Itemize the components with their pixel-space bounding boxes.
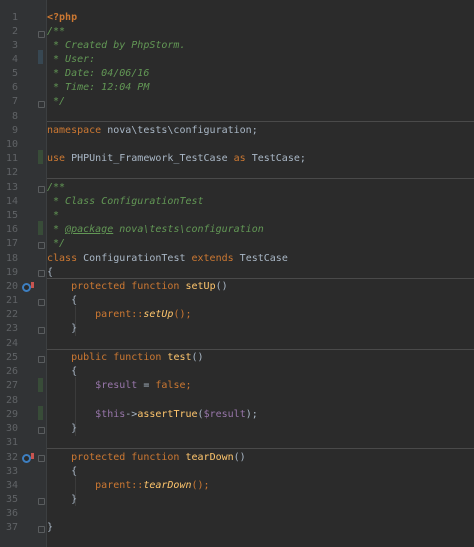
- line-number: 14: [5, 196, 18, 207]
- line-number: 22: [5, 309, 18, 320]
- code-line-6[interactable]: * Time: 12:04 PM: [47, 81, 474, 95]
- line-number: 28: [5, 395, 18, 406]
- line-number: 31: [5, 437, 18, 448]
- code-line-1[interactable]: <?php: [47, 11, 474, 25]
- fold-toggle-icon[interactable]: [38, 31, 45, 38]
- code-line-16[interactable]: * @package nova\tests\configuration: [47, 223, 474, 237]
- line-number: 13: [5, 182, 18, 193]
- fold-toggle-icon[interactable]: [38, 356, 45, 363]
- fold-toggle-icon[interactable]: [38, 242, 45, 249]
- line-number: 19: [5, 267, 18, 278]
- line-number: 37: [5, 522, 18, 533]
- code-line-17[interactable]: */: [47, 237, 474, 251]
- line-number: 5: [11, 68, 18, 79]
- override-method-icon[interactable]: [22, 454, 31, 463]
- line-number: 4: [11, 54, 18, 65]
- line-number: 27: [5, 380, 18, 391]
- code-line-27[interactable]: $result = false;: [47, 379, 474, 393]
- override-arrow-icon: [31, 453, 34, 459]
- line-number: 18: [5, 253, 18, 264]
- line-number: 29: [5, 409, 18, 420]
- code-line-18[interactable]: class ConfigurationTest extends TestCase: [47, 252, 474, 266]
- code-line-35[interactable]: }: [47, 493, 474, 507]
- line-number: 34: [5, 480, 18, 491]
- code-line-29[interactable]: $this->assertTrue($result);: [47, 408, 474, 422]
- code-line-19[interactable]: {: [47, 266, 474, 280]
- fold-toggle-icon[interactable]: [38, 498, 45, 505]
- code-editor[interactable]: 1 2 3 4 5 6 7 8 9 10 11 12 13 14 15 16 17 18 19 20 21 22 23 24 2…: [0, 0, 474, 547]
- line-number: 8: [11, 111, 18, 122]
- code-line-7[interactable]: */: [47, 95, 474, 109]
- code-line-30[interactable]: }: [47, 422, 474, 436]
- line-number: 20: [5, 281, 18, 292]
- fold-toggle-icon[interactable]: [38, 526, 45, 533]
- fold-toggle-icon[interactable]: [38, 270, 45, 277]
- line-number: 3: [11, 40, 18, 51]
- vcs-change-marker[interactable]: [38, 221, 43, 235]
- line-number: 25: [5, 352, 18, 363]
- line-number: 16: [5, 224, 18, 235]
- code-line-5[interactable]: * Date: 04/06/16: [47, 67, 474, 81]
- line-number: 23: [5, 323, 18, 334]
- line-number: 6: [11, 82, 18, 93]
- code-line-20[interactable]: protected function setUp(): [47, 280, 474, 294]
- line-number: 9: [11, 125, 18, 136]
- line-number: 15: [5, 210, 18, 221]
- vcs-change-marker[interactable]: [38, 150, 43, 164]
- fold-toggle-icon[interactable]: [38, 455, 45, 462]
- method-separator: [47, 121, 474, 122]
- code-line-11[interactable]: use PHPUnit_Framework_TestCase as TestCa…: [47, 152, 474, 166]
- fold-toggle-icon[interactable]: [38, 299, 45, 306]
- line-number: 35: [5, 494, 18, 505]
- line-number: 17: [5, 238, 18, 249]
- line-number: 26: [5, 366, 18, 377]
- code-line-3[interactable]: * Created by PhpStorm.: [47, 39, 474, 53]
- fold-toggle-icon[interactable]: [38, 427, 45, 434]
- code-line-25[interactable]: public function test(): [47, 351, 474, 365]
- code-line-2[interactable]: /**: [47, 25, 474, 39]
- line-number: 12: [5, 167, 18, 178]
- line-number: 32: [5, 452, 18, 463]
- code-line-32[interactable]: protected function tearDown(): [47, 451, 474, 465]
- line-number: 30: [5, 423, 18, 434]
- vcs-change-marker[interactable]: [38, 406, 43, 420]
- line-number: 33: [5, 466, 18, 477]
- code-line-23[interactable]: }: [47, 322, 474, 336]
- code-line-26[interactable]: {: [47, 365, 474, 379]
- line-number: 2: [11, 26, 18, 37]
- fold-toggle-icon[interactable]: [38, 327, 45, 334]
- code-line-13[interactable]: /**: [47, 181, 474, 195]
- line-number: 7: [11, 96, 18, 107]
- line-number: 10: [5, 139, 18, 150]
- method-separator: [47, 448, 474, 449]
- code-line-9[interactable]: namespace nova\tests\configuration;: [47, 124, 474, 138]
- override-arrow-icon: [31, 282, 34, 288]
- line-number: 36: [5, 508, 18, 519]
- line-number-gutter[interactable]: 1 2 3 4 5 6 7 8 9 10 11 12 13 14 15 16 17 18 19 20 21 22 23 24 2…: [0, 0, 47, 547]
- code-line-37[interactable]: }: [47, 521, 474, 535]
- code-line-21[interactable]: {: [47, 294, 474, 308]
- line-number: 1: [11, 12, 18, 23]
- fold-toggle-icon[interactable]: [38, 186, 45, 193]
- override-method-icon[interactable]: [22, 283, 31, 292]
- method-separator: [47, 349, 474, 350]
- vcs-change-marker[interactable]: [38, 50, 43, 64]
- line-number: 11: [5, 153, 18, 164]
- code-line-22[interactable]: parent::setUp();: [47, 308, 474, 322]
- line-number: 24: [5, 338, 18, 349]
- fold-toggle-icon[interactable]: [38, 101, 45, 108]
- code-area[interactable]: <?php /** * Created by PhpStorm. * User:…: [47, 0, 474, 547]
- code-line-4[interactable]: * User:: [47, 53, 474, 67]
- vcs-change-marker[interactable]: [38, 378, 43, 392]
- code-line-34[interactable]: parent::tearDown();: [47, 479, 474, 493]
- code-line-33[interactable]: {: [47, 465, 474, 479]
- code-line-14[interactable]: * Class ConfigurationTest: [47, 195, 474, 209]
- code-line-15[interactable]: *: [47, 209, 474, 223]
- method-separator: [47, 178, 474, 179]
- line-number: 21: [5, 295, 18, 306]
